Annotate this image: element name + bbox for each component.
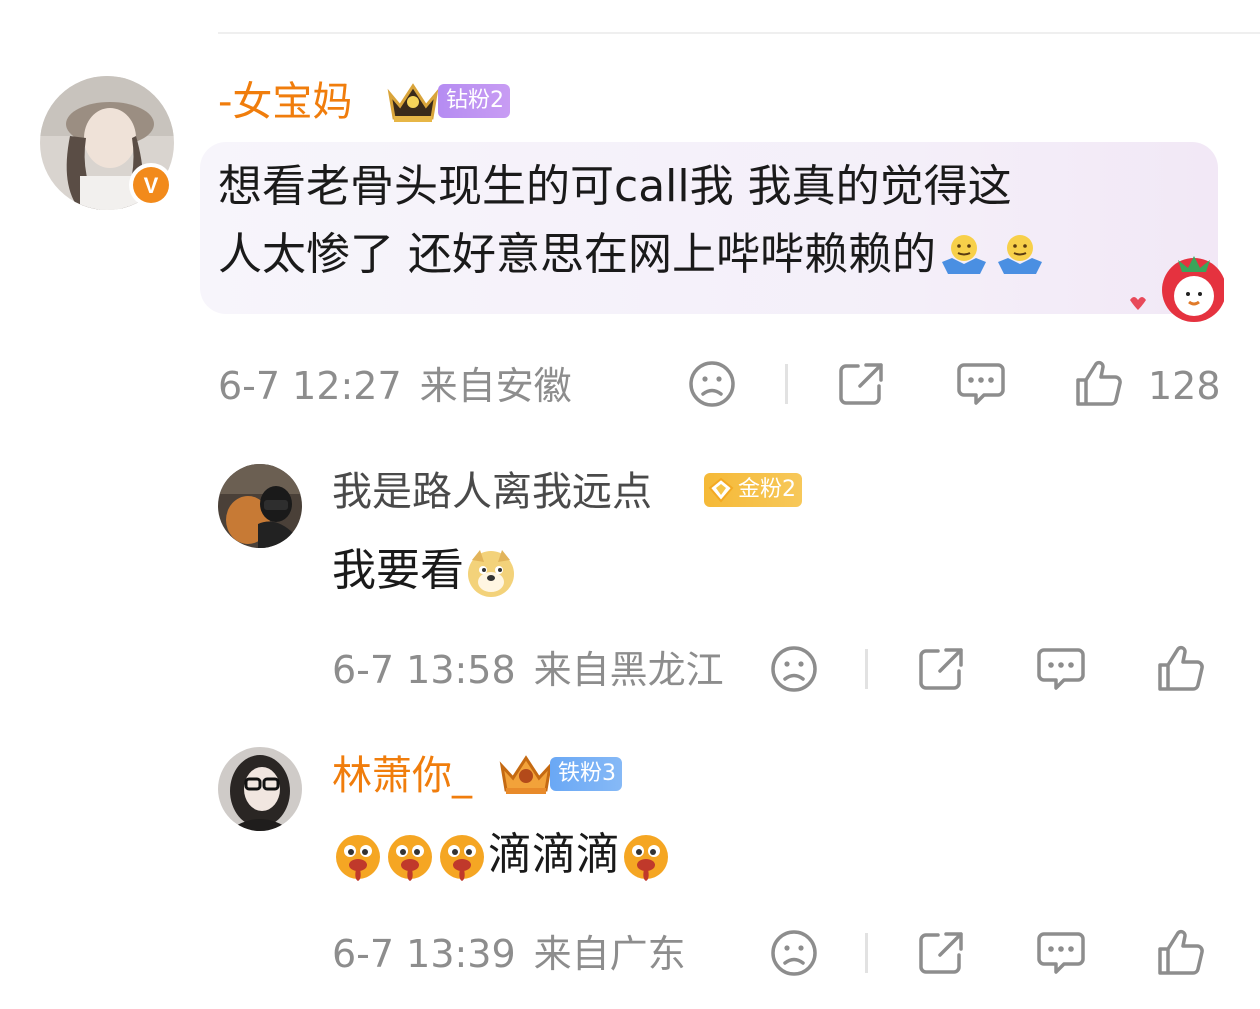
strawberry-sticker-icon	[1130, 256, 1224, 322]
avatar[interactable]	[218, 747, 302, 831]
sad-face-icon[interactable]	[770, 645, 818, 693]
fan-level-badge: 钻粉2	[438, 84, 510, 118]
share-icon[interactable]	[916, 929, 966, 977]
comment-text-line-2: 人太惨了 还好意思在网上哔哔赖赖的	[218, 222, 1048, 288]
thumbs-up-icon[interactable]	[1156, 645, 1206, 693]
fan-level-badge: 铁粉3	[550, 757, 622, 791]
location: 来自黑龙江	[533, 648, 724, 692]
drooling-emoji-icon	[624, 835, 668, 881]
action-divider	[865, 933, 868, 973]
shrug-emoji-icon	[998, 235, 1042, 274]
username[interactable]: 我是路人离我远点	[332, 470, 652, 514]
comment-bubble-icon[interactable]	[1036, 929, 1086, 977]
share-icon[interactable]	[916, 645, 966, 693]
comment-bubble-icon[interactable]	[1036, 645, 1086, 693]
comment-meta: 6-7 13:58 来自黑龙江	[332, 648, 724, 692]
comment-meta: 6-7 13:39 来自广东	[332, 932, 686, 976]
comment-text-line-1: 想看老骨头现生的可call我 我真的觉得这	[218, 161, 1012, 212]
comment-text-line: 我要看	[332, 538, 518, 604]
comment-text: 我要看	[332, 545, 464, 596]
thumbs-up-icon[interactable]	[1074, 360, 1124, 408]
crown-icon	[387, 83, 439, 122]
location: 来自安徽	[419, 364, 572, 408]
verified-badge-icon: V	[129, 163, 173, 207]
action-divider	[785, 364, 788, 404]
diamond-badge-icon	[708, 477, 734, 503]
top-divider	[218, 32, 1260, 34]
share-icon[interactable]	[836, 360, 886, 408]
comment-text-line: 滴滴滴	[332, 822, 672, 888]
timestamp: 6-7 13:39	[332, 932, 516, 976]
comment-meta: 6-7 12:27 来自安徽	[218, 364, 572, 408]
avatar[interactable]	[218, 464, 302, 548]
sad-face-icon[interactable]	[688, 360, 736, 408]
username[interactable]: -女宝妈	[218, 80, 352, 124]
thumbs-up-icon[interactable]	[1156, 929, 1206, 977]
svg-text:V: V	[144, 173, 159, 198]
action-divider	[865, 649, 868, 689]
timestamp: 6-7 12:27	[218, 364, 402, 408]
comment-text: 人太惨了 还好意思在网上哔哔赖赖的	[218, 229, 936, 280]
sad-face-icon[interactable]	[770, 929, 818, 977]
drooling-emoji-icon	[336, 835, 380, 881]
location: 来自广东	[533, 932, 686, 976]
drooling-emoji-icon	[388, 835, 432, 881]
doge-emoji-icon	[468, 550, 514, 597]
like-count: 128	[1148, 364, 1221, 408]
crown-icon	[499, 755, 553, 794]
comment-text: 滴滴滴	[488, 829, 620, 880]
drooling-emoji-icon	[440, 835, 484, 881]
timestamp: 6-7 13:58	[332, 648, 516, 692]
comment-bubble-icon[interactable]	[956, 360, 1006, 408]
shrug-emoji-icon	[942, 235, 986, 274]
username[interactable]: 林萧你_	[332, 754, 472, 798]
